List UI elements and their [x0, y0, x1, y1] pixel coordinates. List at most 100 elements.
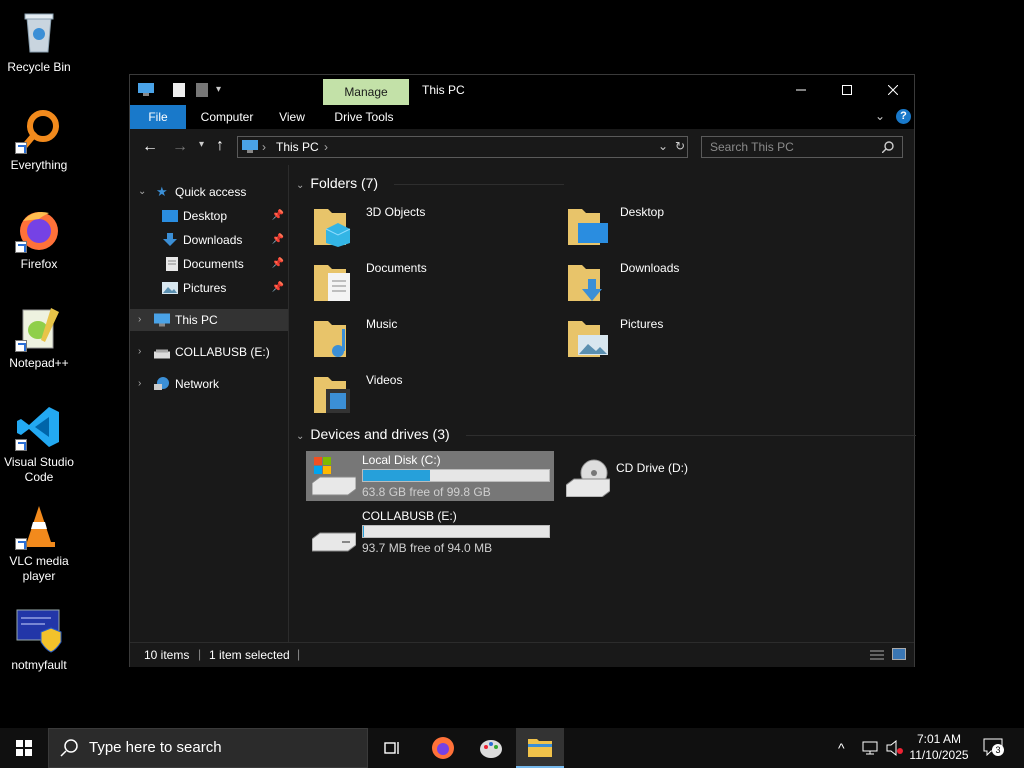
close-button[interactable]: [870, 75, 916, 105]
folder-name: Downloads: [620, 261, 680, 275]
nav-item-documents[interactable]: Documents 📌: [130, 253, 288, 275]
vlc-cone-icon: [15, 502, 63, 550]
desktop-icon-recycle-bin[interactable]: Recycle Bin: [0, 8, 78, 75]
pin-icon[interactable]: 📌: [272, 205, 284, 227]
nav-this-pc[interactable]: › This PC: [130, 309, 288, 331]
taskbar-firefox-button[interactable]: [419, 728, 467, 768]
drive-name: CD Drive (D:): [616, 461, 688, 475]
devices-group-header[interactable]: ⌄ Devices and drives (3): [296, 426, 916, 442]
tab-drive-tools[interactable]: Drive Tools: [326, 105, 402, 129]
properties-icon[interactable]: [173, 83, 185, 97]
address-row: ← → ▾ ↑ › This PC › ⌄ ↻ Search This PC: [130, 129, 914, 165]
folder-music[interactable]: Music: [306, 313, 556, 365]
title-bar[interactable]: ▾ Manage This PC: [130, 75, 914, 105]
3d-objects-folder-icon: [314, 209, 351, 247]
address-bar[interactable]: › This PC › ⌄ ↻: [237, 136, 688, 158]
minimize-button[interactable]: [778, 75, 824, 105]
details-view-icon[interactable]: [870, 649, 884, 661]
notmyfault-icon: [15, 606, 63, 654]
desktop-icon-notepadpp[interactable]: Notepad++: [0, 304, 78, 371]
desktop-folder-icon: [568, 209, 608, 245]
breadcrumb-separator-icon: ›: [324, 140, 328, 154]
tiles-view-icon[interactable]: [892, 648, 906, 660]
refresh-icon[interactable]: ↻: [675, 139, 685, 153]
clock-date: 11/10/2025: [909, 748, 969, 762]
back-arrow-icon[interactable]: ←: [142, 138, 158, 156]
pin-icon[interactable]: 📌: [272, 253, 284, 275]
pin-icon[interactable]: 📌: [272, 277, 284, 299]
folder-desktop[interactable]: Desktop: [560, 201, 810, 253]
taskbar-paint-button[interactable]: [467, 728, 515, 768]
address-dropdown-chevron-icon[interactable]: ⌄: [658, 139, 668, 153]
desktop-icon-label: Visual Studio Code: [4, 455, 74, 484]
drive-local-disk-c[interactable]: Local Disk (C:) 63.8 GB free of 99.8 GB: [306, 451, 554, 501]
new-folder-icon[interactable]: [196, 83, 208, 97]
desktop-icon-vlc[interactable]: VLC media player: [0, 502, 78, 584]
forward-arrow-icon[interactable]: →: [172, 138, 188, 156]
nav-quick-access[interactable]: ⌄ ★ Quick access: [130, 181, 288, 203]
folder-name: Desktop: [620, 205, 665, 219]
folder-pictures[interactable]: Pictures: [560, 313, 810, 365]
folder-videos[interactable]: Videos: [306, 369, 556, 421]
disk-usage-bar: [362, 525, 550, 538]
window-title: This PC: [422, 83, 465, 97]
tab-computer[interactable]: Computer: [192, 105, 262, 129]
nav-label: COLLABUSB (E:): [175, 345, 270, 359]
recent-locations-chevron-icon[interactable]: ▾: [199, 139, 204, 150]
task-view-button[interactable]: [368, 728, 416, 768]
navigation-pane: ⌄ ★ Quick access Desktop 📌 Downloads 📌 D…: [130, 165, 289, 642]
taskbar-file-explorer-button[interactable]: [516, 728, 564, 768]
search-icon: [60, 739, 78, 762]
manage-tab[interactable]: Manage: [323, 79, 409, 105]
group-title: Folders (7): [310, 175, 379, 191]
tab-file[interactable]: File: [130, 105, 186, 129]
chevron-down-icon[interactable]: ⌄: [138, 181, 146, 203]
folders-group-header[interactable]: ⌄ Folders (7): [296, 175, 564, 191]
folder-downloads[interactable]: Downloads: [560, 257, 810, 309]
chevron-right-icon[interactable]: ›: [138, 341, 141, 363]
desktop-icon-label: Everything: [10, 158, 68, 172]
group-divider: [466, 435, 916, 436]
downloads-arrow-icon: [163, 233, 177, 246]
start-button[interactable]: [0, 728, 48, 768]
network-status-icon[interactable]: [862, 741, 880, 760]
tab-view[interactable]: View: [270, 105, 314, 129]
action-center-button[interactable]: 3: [983, 738, 1004, 757]
pin-icon[interactable]: 📌: [272, 229, 284, 251]
nav-item-desktop[interactable]: Desktop 📌: [130, 205, 288, 227]
chevron-right-icon[interactable]: ›: [138, 309, 141, 331]
shortcut-arrow-icon: [15, 340, 27, 352]
nav-item-downloads[interactable]: Downloads 📌: [130, 229, 288, 251]
desktop-icon-notmyfault[interactable]: notmyfault: [0, 606, 78, 673]
drive-collabusb-e[interactable]: COLLABUSB (E:) 93.7 MB free of 94.0 MB: [306, 507, 554, 557]
expand-ribbon-chevron-icon[interactable]: ⌄: [875, 109, 885, 123]
pictures-icon: [162, 282, 178, 294]
search-input[interactable]: Search This PC: [701, 136, 903, 158]
help-icon[interactable]: ?: [896, 109, 911, 124]
nav-label: Desktop: [183, 209, 228, 223]
taskbar-search-input[interactable]: Type here to search: [48, 728, 368, 768]
desktop-icon-vscode[interactable]: Visual Studio Code: [0, 403, 78, 485]
show-hidden-icons-chevron-icon[interactable]: ^: [838, 740, 845, 756]
desktop-icon-firefox[interactable]: Firefox: [0, 205, 78, 272]
up-arrow-icon[interactable]: ↑: [216, 137, 224, 155]
drive-free-space: 93.7 MB free of 94.0 MB: [362, 541, 493, 555]
notification-badge: 3: [992, 744, 1004, 756]
volume-muted-icon[interactable]: [886, 739, 904, 761]
customize-toolbar-chevron-icon[interactable]: ▾: [216, 84, 221, 95]
desktop-icon-everything[interactable]: Everything: [0, 106, 78, 173]
usb-drive-icon: [154, 349, 170, 359]
folder-3d-objects[interactable]: 3D Objects: [306, 201, 556, 253]
folder-documents[interactable]: Documents: [306, 257, 556, 309]
breadcrumb-this-pc[interactable]: This PC: [276, 140, 319, 154]
nav-item-pictures[interactable]: Pictures 📌: [130, 277, 288, 299]
star-icon: ★: [156, 184, 168, 199]
chevron-right-icon[interactable]: ›: [138, 373, 141, 395]
maximize-button[interactable]: [824, 75, 870, 105]
nav-collabusb[interactable]: › COLLABUSB (E:): [130, 341, 288, 363]
documents-folder-icon: [314, 265, 350, 301]
drive-cd-d[interactable]: CD Drive (D:): [560, 451, 808, 501]
nav-network[interactable]: › Network: [130, 373, 288, 395]
pictures-folder-icon: [568, 321, 608, 357]
clock[interactable]: 7:01 AM 11/10/2025: [906, 731, 972, 763]
